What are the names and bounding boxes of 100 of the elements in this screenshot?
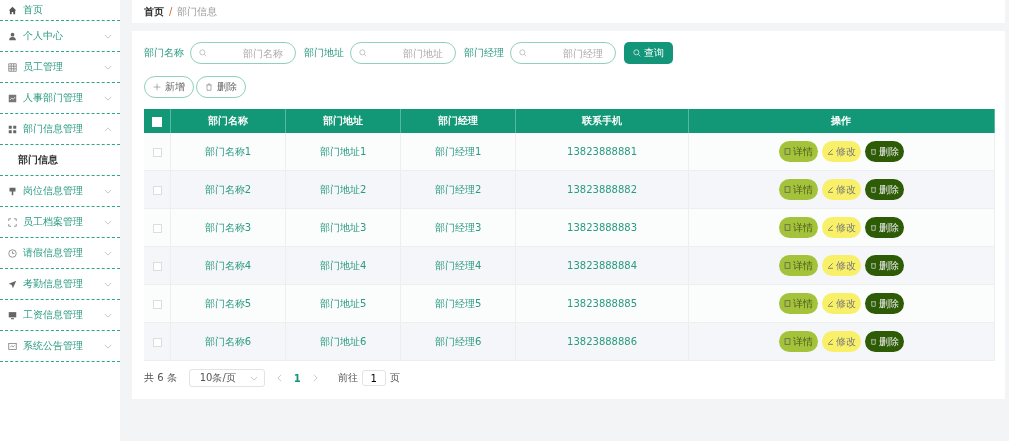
delete-button[interactable]: 删除 bbox=[864, 293, 904, 314]
trash-icon bbox=[869, 148, 877, 155]
document-icon bbox=[783, 338, 791, 345]
plus-icon bbox=[153, 83, 161, 91]
goto-label: 前往 bbox=[337, 371, 358, 385]
column-header: 部门名称 bbox=[170, 109, 286, 133]
next-page-icon[interactable] bbox=[312, 374, 318, 382]
table-cell: 13823888882 bbox=[515, 170, 689, 209]
search-field[interactable]: 部门名称 bbox=[190, 42, 296, 64]
user-icon bbox=[8, 31, 17, 41]
delete-button[interactable]: 删除 bbox=[864, 331, 904, 352]
column-header: 部门地址 bbox=[285, 109, 401, 133]
search-button[interactable]: 查询 bbox=[624, 42, 673, 64]
menu-item[interactable]: 部门信息管理 bbox=[0, 114, 120, 145]
table-cell: 部门名称3 bbox=[170, 208, 286, 247]
table-cell: 部门地址1 bbox=[285, 133, 401, 171]
previous-page-icon[interactable] bbox=[276, 374, 282, 382]
search-field[interactable]: 部门地址 bbox=[350, 42, 456, 64]
menu-item[interactable]: 个人中心 bbox=[0, 21, 120, 52]
detail-button[interactable]: 详情 bbox=[778, 179, 818, 200]
page-input[interactable]: 1 bbox=[361, 370, 386, 386]
table-cell: 部门经理3 bbox=[400, 208, 516, 247]
document-icon bbox=[783, 148, 791, 155]
row-checkbox[interactable] bbox=[152, 147, 162, 157]
row-checkbox[interactable] bbox=[152, 261, 162, 271]
delete-button[interactable]: 删除 bbox=[864, 255, 904, 276]
trash-icon bbox=[205, 83, 213, 91]
trash-icon bbox=[869, 224, 877, 231]
edit-button[interactable]: 修改 bbox=[821, 217, 861, 238]
frame-icon bbox=[8, 217, 17, 227]
pencil-icon bbox=[826, 300, 834, 307]
table-cell: 部门经理4 bbox=[400, 246, 516, 285]
pencil-icon bbox=[826, 186, 834, 193]
edit-button[interactable]: 修改 bbox=[821, 255, 861, 276]
add-button[interactable]: 新增 bbox=[144, 76, 194, 98]
detail-button[interactable]: 详情 bbox=[778, 293, 818, 314]
edit-button[interactable]: 修改 bbox=[821, 331, 861, 352]
table-cell: 13823888883 bbox=[515, 208, 689, 247]
table-cell: 部门地址4 bbox=[285, 246, 401, 285]
search-field[interactable]: 部门经理 bbox=[510, 42, 616, 64]
row-checkbox[interactable] bbox=[152, 337, 162, 347]
menu-item[interactable]: 员工档案管理 bbox=[0, 207, 120, 238]
delete-button[interactable]: 删除 bbox=[864, 179, 904, 200]
table-cell: 部门地址5 bbox=[285, 284, 401, 323]
search-icon bbox=[519, 49, 527, 57]
trash-icon bbox=[869, 300, 877, 307]
delete-button[interactable]: 删除 bbox=[196, 76, 246, 98]
home-icon bbox=[8, 5, 17, 15]
menu-item[interactable]: 工资信息管理 bbox=[0, 300, 120, 331]
table-cell: 部门名称5 bbox=[170, 284, 286, 323]
table-cell: 部门地址3 bbox=[285, 208, 401, 247]
breadcrumb-current: 部门信息 bbox=[177, 4, 218, 19]
monitor-icon bbox=[8, 310, 17, 320]
table-cell: 部门名称6 bbox=[170, 322, 286, 361]
row-checkbox[interactable] bbox=[152, 299, 162, 309]
menu-item[interactable]: 人事部门管理 bbox=[0, 83, 120, 114]
trash-icon bbox=[869, 186, 877, 193]
menu-item[interactable]: 首页 bbox=[0, 0, 120, 21]
delete-button[interactable]: 删除 bbox=[864, 217, 904, 238]
table-cell: 部门地址6 bbox=[285, 322, 401, 361]
trash-icon bbox=[869, 338, 877, 345]
plane-icon bbox=[8, 279, 17, 289]
search-icon bbox=[359, 49, 367, 57]
breadcrumb-link[interactable]: 首页 bbox=[144, 4, 164, 19]
menu-item[interactable]: 员工管理 bbox=[0, 52, 120, 83]
breadcrumb-separator: / bbox=[169, 6, 173, 17]
select-all-checkbox[interactable] bbox=[152, 116, 162, 127]
total-count: 共 6 条 bbox=[144, 371, 177, 385]
detail-button[interactable]: 详情 bbox=[778, 141, 818, 162]
detail-button[interactable]: 详情 bbox=[778, 217, 818, 238]
detail-button[interactable]: 详情 bbox=[778, 255, 818, 276]
menu-item[interactable]: 岗位信息管理 bbox=[0, 176, 120, 207]
table-cell: 部门经理2 bbox=[400, 170, 516, 209]
row-checkbox[interactable] bbox=[152, 223, 162, 233]
document-icon bbox=[783, 224, 791, 231]
card-icon bbox=[8, 341, 17, 351]
detail-button[interactable]: 详情 bbox=[778, 331, 818, 352]
document-icon bbox=[783, 262, 791, 269]
edit-button[interactable]: 修改 bbox=[821, 141, 861, 162]
pencil-icon bbox=[826, 148, 834, 155]
squares-icon bbox=[8, 124, 17, 134]
page-number[interactable]: 1 bbox=[293, 372, 301, 384]
edit-button[interactable]: 修改 bbox=[821, 293, 861, 314]
row-checkbox[interactable] bbox=[152, 185, 162, 195]
menu-item[interactable]: 考勤信息管理 bbox=[0, 269, 120, 300]
trash-icon bbox=[869, 262, 877, 269]
page-size-select[interactable]: 10条/页 bbox=[188, 369, 265, 387]
filter-label: 部门名称 bbox=[144, 46, 184, 60]
submenu-item[interactable]: 部门信息 bbox=[0, 145, 120, 176]
delete-button[interactable]: 删除 bbox=[864, 141, 904, 162]
chevron-icon bbox=[249, 375, 258, 381]
menu-item[interactable]: 请假信息管理 bbox=[0, 238, 120, 269]
edit-button[interactable]: 修改 bbox=[821, 179, 861, 200]
pin-icon bbox=[8, 186, 17, 196]
table-cell: 部门经理6 bbox=[400, 322, 516, 361]
table-cell: 部门经理5 bbox=[400, 284, 516, 323]
chart-icon bbox=[8, 93, 17, 103]
table-cell: 13823888886 bbox=[515, 322, 689, 361]
menu-item[interactable]: 系统公告管理 bbox=[0, 331, 120, 362]
table-cell: 13823888885 bbox=[515, 284, 689, 323]
